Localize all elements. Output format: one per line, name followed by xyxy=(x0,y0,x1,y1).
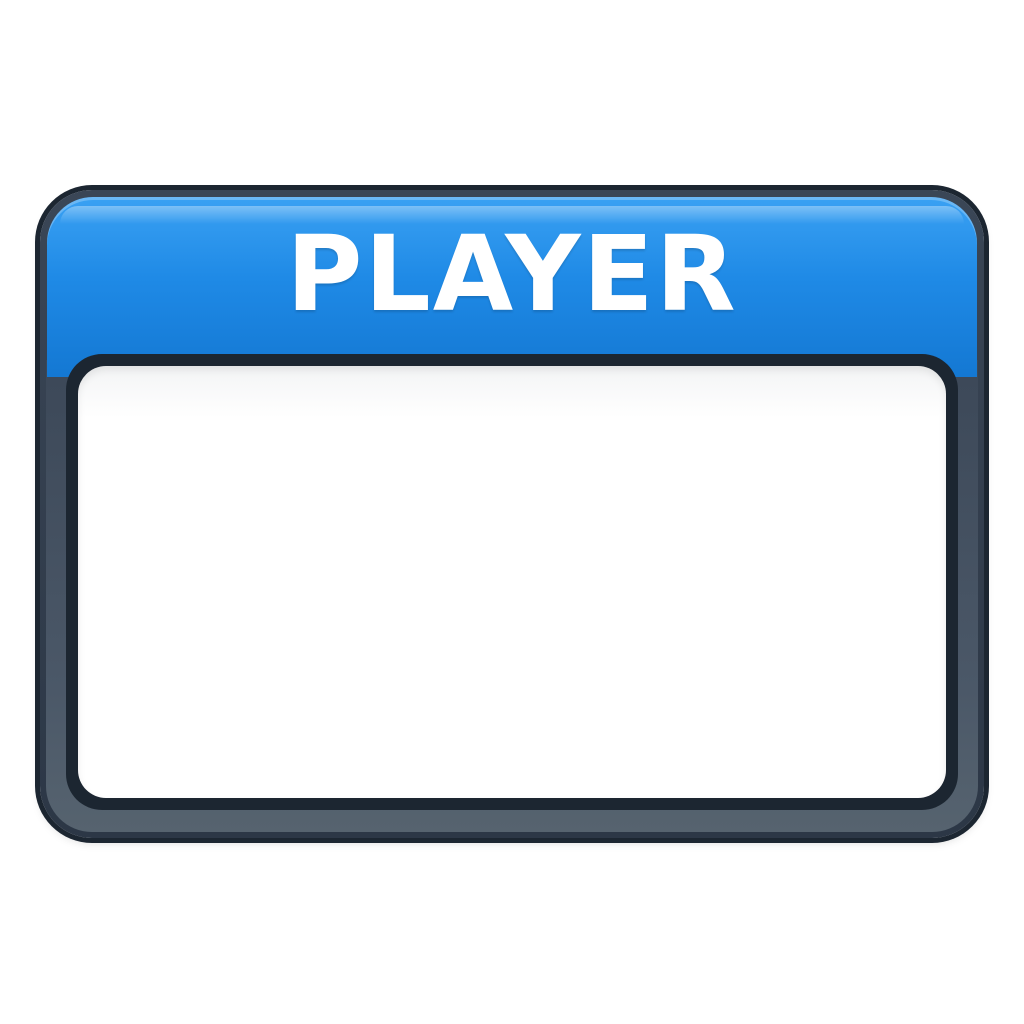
player-title: PLAYER xyxy=(286,213,738,335)
player-nameplate: PLAYER xyxy=(0,0,1024,1024)
content-panel xyxy=(78,366,946,798)
